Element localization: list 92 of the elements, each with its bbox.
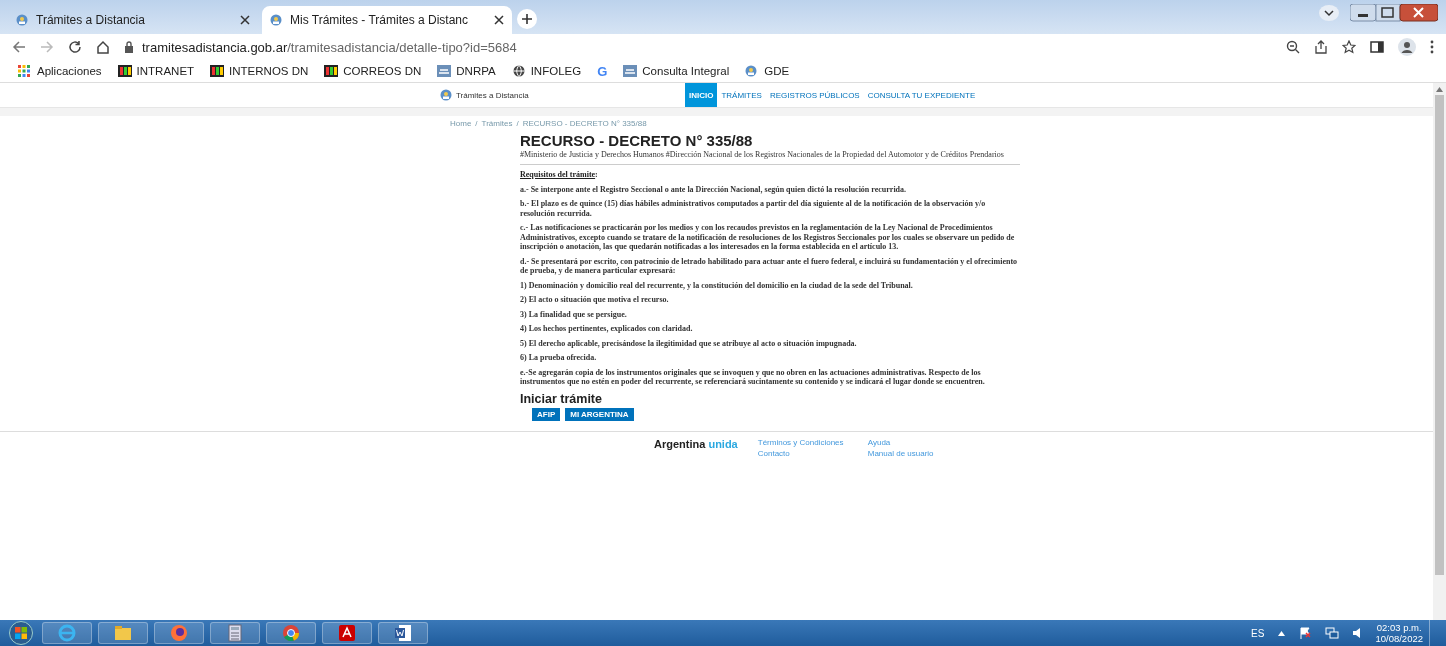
bookmark[interactable]: G: [597, 63, 608, 79]
bookmark[interactable]: INFOLEG: [511, 65, 582, 77]
breadcrumb-item[interactable]: Home: [450, 119, 472, 128]
nav-link[interactable]: TRÁMITES: [717, 83, 766, 107]
scrollbar-thumb[interactable]: [1435, 95, 1444, 575]
logo-icon: [324, 65, 339, 77]
paragraph: b.- El plazo es de quince (15) días hábiles administrativos computados a partir del día siguiente al de la notificación de la observación y/o resolución recurrida.: [520, 199, 987, 218]
bookmark[interactable]: DNRPA: [437, 65, 496, 77]
tray-arrow-icon[interactable]: [1278, 630, 1286, 636]
new-tab-icon[interactable]: [516, 8, 538, 30]
footer-link[interactable]: Manual de usuario: [867, 449, 948, 458]
nav-link[interactable]: INICIO: [685, 83, 718, 107]
paragraph: 6) La prueba ofrecida.: [520, 353, 598, 363]
paragraph: 5) El derecho aplicable, precisándose la ilegitimidad que se atribuye al acto o situación impugnada.: [520, 338, 858, 348]
breadcrumb-separator: /: [475, 119, 478, 128]
folder-icon: [113, 623, 133, 643]
paragraph: 3) La finalidad que se persigue.: [520, 309, 628, 319]
page-title: RECURSO - DECRETO N° 335/88: [520, 136, 754, 146]
bookmark[interactable]: GDE: [745, 65, 790, 77]
paragraph: 1) Denominación y domicilio real del recurrente, y la constitución del domicilio en la ciudad de la sede del Tribunal.: [520, 280, 914, 290]
taskbar-app[interactable]: [98, 622, 148, 644]
globe-icon: [511, 65, 526, 77]
shield-icon: [440, 89, 452, 101]
start-button-icon[interactable]: [6, 621, 36, 645]
side-panel-icon[interactable]: [1370, 40, 1384, 54]
nav-link[interactable]: REGISTROS PÚBLICOS: [765, 83, 864, 107]
bookmark[interactable]: Aplicaciones: [18, 65, 102, 77]
paragraph: 2) El acto o situación que motiva el recurso.: [520, 295, 670, 305]
network-icon[interactable]: [1325, 627, 1340, 639]
calculator-icon: [225, 623, 245, 643]
paragraph: d.- Se presentará por escrito, con patrocinio de letrado habilitado para actuar ante el fuero federal, e incluirá su fundamentación y el ofrecimiento de prueba, y de manera particular expresará:: [520, 256, 1019, 276]
lock-icon: [124, 41, 134, 53]
taskbar-app[interactable]: [154, 622, 204, 644]
close-icon[interactable]: [240, 15, 250, 25]
window-controls-icon[interactable]: [1350, 4, 1438, 22]
shield-icon: [270, 14, 282, 26]
pdf-icon: [337, 623, 357, 643]
footer-link[interactable]: Contacto: [757, 449, 868, 458]
taskbar-app[interactable]: [322, 622, 372, 644]
chevron-down-icon[interactable]: [1318, 4, 1340, 22]
share-icon[interactable]: [1314, 40, 1328, 54]
logo-icon: [117, 65, 132, 77]
browser-tab[interactable]: Mis Trámites - Trámites a Distanc: [262, 6, 512, 34]
chrome-icon: [281, 623, 301, 643]
breadcrumb-separator: /: [516, 119, 519, 128]
seal-icon: [623, 65, 638, 77]
address-bar[interactable]: tramitesadistancia.gob.ar/tramitesadistancia/detalle-tipo?id=5684: [124, 39, 1272, 55]
breadcrumb-item[interactable]: Trámites: [481, 119, 513, 128]
clock-date: 10/08/2022: [1375, 633, 1423, 644]
login-button[interactable]: MI ARGENTINA: [565, 408, 634, 421]
document-w-icon: [393, 623, 413, 643]
bookmark[interactable]: CORREOS DN: [324, 65, 422, 77]
clock-time: 02:03 p.m.: [1376, 622, 1422, 633]
bookmark[interactable]: INTRANET: [117, 65, 195, 77]
nav-link[interactable]: CONSULTA TU EXPEDIENTE: [863, 83, 980, 107]
site-brand[interactable]: Trámites a Distancia: [456, 90, 529, 100]
paragraph: 4) Los hechos pertinentes, explicados con claridad.: [520, 324, 694, 334]
bookmark[interactable]: Consulta Integral: [623, 65, 730, 77]
footer-link[interactable]: Términos y Condiciones: [757, 438, 868, 447]
footer-logo: Argentina unida: [654, 438, 738, 452]
paragraph: c.- Las notificaciones se practicarán por los medios y con los recaudos previstos en la reglamentación de la Ley Nacional de Procedimientos Administrativos, excepto cuando se tratare de la notificación de resoluciones de los Registros Seccionales por los cuales se observare un pedido de inscripción o anotación, las que quedarán notificadas a los interesados en la forma establecida en el artículo 13.: [520, 223, 1016, 252]
section-heading: Iniciar trámite: [520, 394, 603, 404]
browser-tab[interactable]: Trámites a Distancia: [8, 6, 258, 34]
grid-icon: [18, 65, 32, 77]
footer-link[interactable]: Ayuda: [867, 438, 948, 447]
login-button[interactable]: AFIP: [532, 408, 561, 421]
flag-icon[interactable]: [1299, 627, 1312, 639]
section-heading: Requisitos del trámite:: [520, 170, 599, 180]
tags-text: #Ministerio de Justicia y Derechos Humanos #Dirección Nacional de los Registros Nacionales de la Propiedad del Automotor y de Créditos Prendarios: [520, 149, 1020, 165]
url-text: tramitesadistancia.gob.ar/tramitesadistancia/detalle-tipo?id=5684: [142, 39, 517, 55]
taskbar-app[interactable]: [210, 622, 260, 644]
home-icon[interactable]: [96, 40, 110, 54]
paragraph: e.-Se agregarán copia de los instrumentos originales que se invoquen y que no obren en las actuaciones administrativas. Respecto de los instrumentos que no estén en poder del recurrente, se referenciará sucintamente su contenido y se indicará el lugar donde se encuentren.: [520, 367, 986, 387]
browser-e-icon: [57, 623, 77, 643]
bookmark[interactable]: INTERNOS DN: [210, 65, 309, 77]
star-icon[interactable]: [1342, 40, 1356, 54]
speaker-icon[interactable]: [1353, 628, 1362, 638]
reload-icon[interactable]: [68, 40, 82, 54]
seal-icon: [437, 65, 452, 77]
zoom-icon[interactable]: [1286, 40, 1300, 54]
taskbar-app[interactable]: [378, 622, 428, 644]
logo-icon: [210, 65, 225, 77]
language-indicator[interactable]: ES: [1251, 627, 1265, 639]
more-icon[interactable]: [1430, 40, 1434, 54]
shield-icon: [16, 14, 28, 26]
fox-globe-icon: [169, 623, 189, 643]
avatar-icon[interactable]: [1398, 38, 1416, 56]
back-icon[interactable]: [12, 40, 26, 54]
scroll-up-icon[interactable]: [1436, 87, 1443, 92]
paragraph: a.- Se interpone ante el Registro Seccional o ante la Dirección Nacional, según quien dictó la resolución recurrida.: [520, 184, 908, 194]
breadcrumb-item[interactable]: RECURSO - DECRETO N° 335/88: [522, 119, 647, 128]
close-icon[interactable]: [494, 15, 504, 25]
